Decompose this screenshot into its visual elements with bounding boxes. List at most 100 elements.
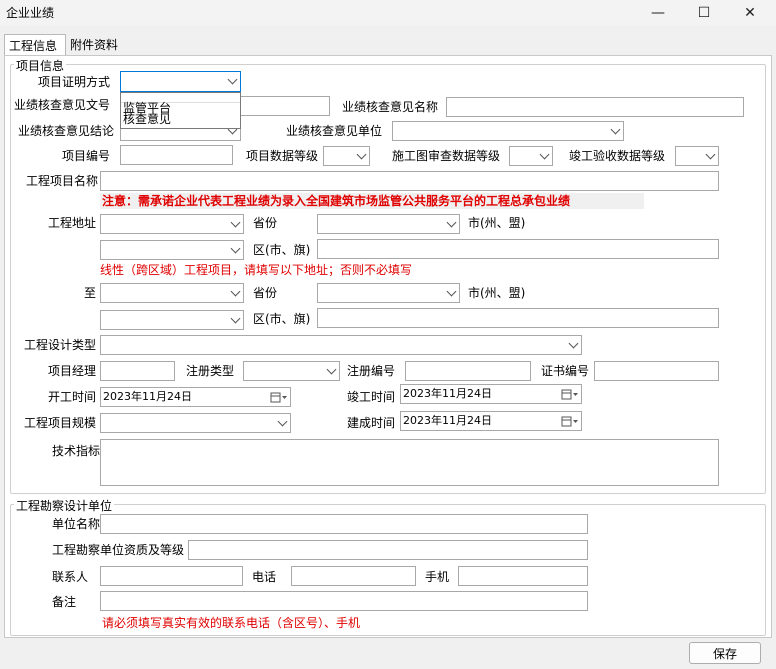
project-name-input[interactable]	[100, 171, 719, 191]
remark-label: 备注	[52, 595, 77, 609]
chevron-down-icon	[230, 243, 241, 254]
to-district-input[interactable]	[317, 308, 719, 328]
built-date-value: 2023年11月24日	[403, 414, 492, 427]
project-name-label: 工程项目名称	[26, 174, 99, 188]
verify-doc-label: 业绩核查意见文号	[14, 98, 111, 112]
footer-bar	[0, 640, 776, 669]
project-no-label: 项目编号	[62, 149, 111, 163]
to-label: 至	[84, 286, 97, 300]
calendar-icon[interactable]	[270, 391, 288, 404]
chevron-down-icon	[356, 149, 367, 160]
acceptance-select[interactable]	[675, 146, 719, 166]
scale-select[interactable]	[100, 413, 291, 433]
proof-method-dropdown: 监管平台 核查意见	[120, 92, 241, 129]
unit-name-label: 单位名称	[52, 517, 101, 531]
to-province-select[interactable]	[317, 283, 460, 303]
commitment-notice: 注意：需承诺企业代表工程业绩为录入全国建筑市场监管公共服务平台的工程总承包业绩	[100, 193, 644, 209]
finish-date-picker[interactable]: 2023年11月24日	[400, 384, 582, 404]
close-icon[interactable]: ✕	[727, 0, 773, 26]
district-input[interactable]	[317, 239, 719, 259]
scale-label: 工程项目规模	[24, 416, 97, 430]
chevron-down-icon	[568, 338, 579, 349]
province-select[interactable]	[317, 214, 460, 234]
to-district-label: 区(市、旗)	[253, 312, 311, 326]
manager-input[interactable]	[100, 361, 175, 381]
phone-notice: 请必须填写真实有效的联系电话（含区号）、手机	[102, 616, 361, 630]
chevron-down-icon	[446, 286, 457, 297]
chevron-down-icon	[230, 286, 241, 297]
verify-name-input[interactable]	[446, 97, 744, 117]
address-country-select[interactable]	[100, 214, 244, 234]
finish-date-label: 竣工时间	[347, 390, 396, 404]
phone-label: 电话	[252, 570, 277, 584]
built-date-picker[interactable]: 2023年11月24日	[400, 411, 582, 431]
data-level-select[interactable]	[323, 146, 370, 166]
unit-name-input[interactable]	[100, 514, 588, 534]
finish-date-value: 2023年11月24日	[403, 387, 492, 400]
save-button[interactable]: 保存	[689, 642, 761, 664]
tech-textarea[interactable]	[100, 439, 719, 486]
chevron-down-icon	[326, 364, 337, 375]
acceptance-label: 竣工验收数据等级	[569, 149, 666, 163]
project-info-legend: 项目信息	[14, 57, 67, 74]
drawing-review-label: 施工图审查数据等级	[392, 149, 501, 163]
qualification-input[interactable]	[188, 540, 588, 560]
reg-no-input[interactable]	[405, 361, 531, 381]
to-city-select[interactable]	[100, 310, 244, 330]
tech-label: 技术指标	[52, 444, 101, 458]
to-country-select[interactable]	[100, 283, 244, 303]
address-label: 工程地址	[48, 216, 97, 230]
project-no-input[interactable]	[120, 145, 233, 165]
verify-name-label: 业绩核查意见名称	[342, 100, 439, 114]
design-type-select[interactable]	[100, 335, 582, 355]
tab-attachments[interactable]: 附件资料	[66, 34, 126, 54]
chevron-down-icon	[230, 217, 241, 228]
verify-unit-select[interactable]	[392, 121, 624, 141]
verify-result-label: 业绩核查意见结论	[18, 124, 115, 138]
qualification-label: 工程勘察单位资质及等级	[52, 543, 185, 557]
drawing-review-select[interactable]	[509, 146, 553, 166]
calendar-icon[interactable]	[561, 388, 579, 401]
to-province-label: 省份	[253, 286, 278, 300]
window-title: 企业业绩	[6, 6, 55, 20]
reg-type-label: 注册类型	[186, 364, 235, 378]
chevron-down-icon	[539, 149, 550, 160]
city-select[interactable]	[100, 240, 244, 260]
remark-input[interactable]	[100, 591, 588, 611]
tab-project-info[interactable]: 工程信息	[4, 34, 66, 56]
cert-no-label: 证书编号	[541, 364, 590, 378]
mobile-label: 手机	[425, 570, 450, 584]
minimize-icon[interactable]: —	[635, 0, 681, 26]
title-bar: 企业业绩 — ☐ ✕	[0, 0, 776, 26]
maximize-icon[interactable]: ☐	[681, 0, 727, 26]
chevron-down-icon	[230, 313, 241, 324]
proof-method-label: 项目证明方式	[38, 75, 111, 89]
manager-label: 项目经理	[48, 364, 97, 378]
start-date-value: 2023年11月24日	[103, 390, 192, 403]
chevron-down-icon	[705, 149, 716, 160]
data-level-label: 项目数据等级	[246, 149, 319, 163]
verify-unit-label: 业绩核查意见单位	[286, 124, 383, 138]
phone-input[interactable]	[291, 566, 416, 586]
verify-doc-input[interactable]	[240, 96, 330, 116]
survey-legend: 工程勘察设计单位	[14, 497, 115, 514]
start-date-picker[interactable]: 2023年11月24日	[100, 387, 291, 407]
cert-no-input[interactable]	[594, 361, 719, 381]
province-label: 省份	[253, 216, 278, 230]
chevron-down-icon	[446, 217, 457, 228]
mobile-input[interactable]	[458, 566, 588, 586]
proof-method-select[interactable]	[120, 71, 241, 92]
calendar-icon[interactable]	[561, 415, 579, 428]
chevron-down-icon	[610, 124, 621, 135]
contact-label: 联系人	[52, 570, 89, 584]
reg-no-label: 注册编号	[347, 364, 396, 378]
linear-project-notice: 线性（跨区域）工程项目，请填写以下地址；否则不必填写	[100, 263, 413, 277]
contact-input[interactable]	[100, 566, 243, 586]
chevron-down-icon	[227, 74, 238, 85]
reg-type-select[interactable]	[243, 361, 340, 381]
start-date-label: 开工时间	[48, 390, 97, 404]
district-label: 区(市、旗)	[253, 243, 311, 257]
chevron-down-icon	[277, 416, 288, 427]
dropdown-option-opinion[interactable]: 核查意见	[121, 113, 171, 125]
built-date-label: 建成时间	[347, 416, 396, 430]
